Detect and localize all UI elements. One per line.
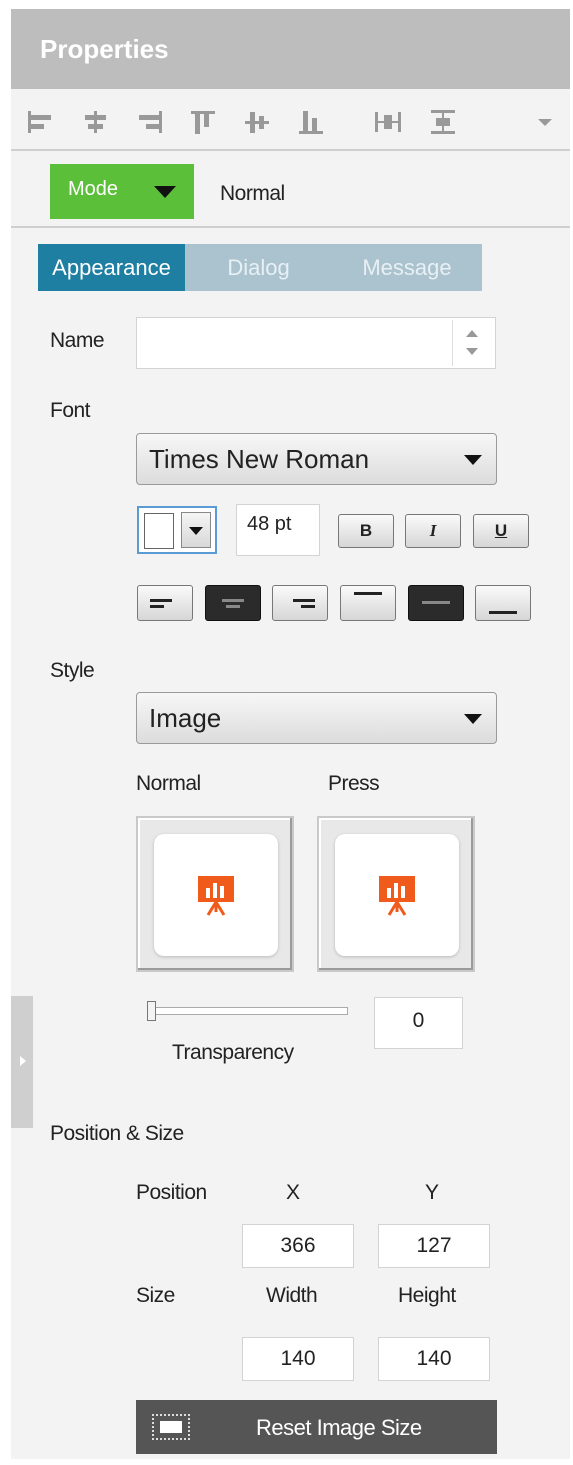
valign-bottom-icon <box>489 611 517 614</box>
text-align-right-button[interactable] <box>272 585 328 621</box>
transparency-slider-thumb[interactable] <box>147 1001 156 1021</box>
normal-image-preview <box>154 834 278 956</box>
mode-divider <box>11 226 570 228</box>
valign-middle-icon <box>422 601 450 604</box>
position-size-heading: Position & Size <box>50 1122 184 1145</box>
presentation-icon <box>379 876 415 916</box>
presentation-icon <box>198 876 234 916</box>
style-select[interactable]: Image <box>136 692 497 744</box>
press-image-preview <box>335 834 459 956</box>
name-input[interactable] <box>136 317 496 369</box>
align-top-icon[interactable] <box>188 108 218 136</box>
vertical-align-middle-button[interactable] <box>408 585 464 621</box>
font-size-input[interactable]: 48 pt <box>236 504 320 556</box>
mode-button-label: Mode <box>68 178 119 200</box>
style-label: Style <box>50 659 95 682</box>
normal-image-picker[interactable] <box>136 816 294 972</box>
chevron-down-icon <box>154 186 176 198</box>
width-input[interactable]: 140 <box>242 1337 354 1381</box>
align-left-icon <box>150 599 172 602</box>
distribute-horizontal-icon[interactable] <box>373 108 403 136</box>
distribute-vertical-icon[interactable] <box>428 108 458 136</box>
color-dropdown-button[interactable] <box>181 512 211 548</box>
tab-bar: Appearance Dialog Message <box>38 244 482 291</box>
height-label: Height <box>398 1284 456 1307</box>
name-spinner[interactable] <box>452 320 493 366</box>
vertical-align-top-button[interactable] <box>340 585 396 621</box>
position-x-input[interactable]: 366 <box>242 1224 354 1268</box>
mode-value: Normal <box>220 182 285 205</box>
align-center-icon-line <box>226 605 240 608</box>
font-family-value: Times New Roman <box>149 444 370 474</box>
spin-down-icon[interactable] <box>466 348 478 355</box>
style-value: Image <box>149 703 222 733</box>
transparency-slider-track[interactable] <box>148 1007 348 1015</box>
tab-dialog[interactable]: Dialog <box>185 244 332 291</box>
font-family-select[interactable]: Times New Roman <box>136 433 497 485</box>
position-y-input[interactable]: 127 <box>378 1224 490 1268</box>
size-label: Size <box>136 1284 175 1307</box>
normal-image-label: Normal <box>136 772 201 795</box>
chevron-down-icon <box>464 455 482 465</box>
reset-image-size-button[interactable]: Reset Image Size <box>136 1400 497 1454</box>
y-label: Y <box>425 1181 439 1204</box>
height-input[interactable]: 140 <box>378 1337 490 1381</box>
tab-message[interactable]: Message <box>332 244 482 291</box>
font-color-swatch <box>144 513 174 549</box>
chevron-down-icon <box>189 527 203 535</box>
chevron-right-icon <box>20 1056 26 1066</box>
position-label: Position <box>136 1181 207 1204</box>
italic-button[interactable]: I <box>405 514 461 548</box>
align-bottom-icon[interactable] <box>296 108 326 136</box>
vertical-align-bottom-button[interactable] <box>475 585 531 621</box>
width-label: Width <box>266 1284 318 1307</box>
panel-title: Properties <box>40 34 169 64</box>
press-image-label: Press <box>328 772 380 795</box>
align-right-icon-line <box>301 605 315 608</box>
text-align-center-button[interactable] <box>205 585 261 621</box>
transparency-label: Transparency <box>172 1041 294 1064</box>
collapse-panel-tab[interactable] <box>11 996 33 1128</box>
toolbar-divider <box>11 149 570 151</box>
mode-button[interactable]: Mode <box>50 164 194 219</box>
spin-up-icon[interactable] <box>466 330 478 337</box>
bold-button[interactable]: B <box>338 514 394 548</box>
chevron-down-icon <box>464 714 482 724</box>
underline-button[interactable]: U <box>473 514 529 548</box>
valign-top-icon <box>354 592 382 595</box>
name-label: Name <box>50 329 105 352</box>
align-left-icon-line <box>150 605 164 608</box>
transparency-input[interactable]: 0 <box>374 997 463 1049</box>
align-center-icon <box>222 599 244 602</box>
text-align-left-button[interactable] <box>137 585 193 621</box>
reset-image-size-label: Reset Image Size <box>256 1415 422 1440</box>
align-left-icon[interactable] <box>26 108 56 136</box>
x-label: X <box>286 1181 300 1204</box>
more-options-icon[interactable] <box>530 108 560 136</box>
align-middle-icon[interactable] <box>242 108 272 136</box>
align-right-icon[interactable] <box>134 108 164 136</box>
image-size-icon <box>152 1414 190 1440</box>
align-center-icon[interactable] <box>80 108 110 136</box>
font-label: Font <box>50 399 91 422</box>
align-right-icon <box>293 599 315 602</box>
press-image-picker[interactable] <box>317 816 475 972</box>
tab-appearance[interactable]: Appearance <box>38 244 185 291</box>
font-color-picker[interactable] <box>137 506 217 554</box>
